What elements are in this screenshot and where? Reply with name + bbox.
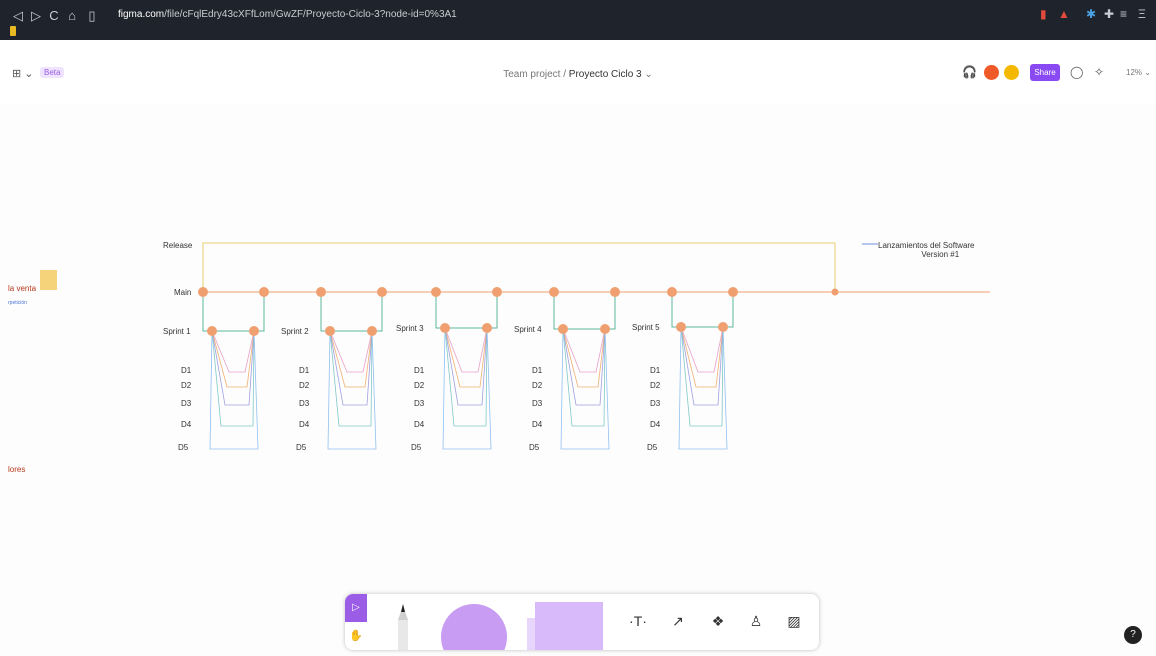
release-line bbox=[202, 242, 836, 292]
pen-tool-icon[interactable] bbox=[398, 604, 408, 650]
day-label: D2 bbox=[414, 381, 425, 390]
day-label: D2 bbox=[181, 381, 192, 390]
branch-node bbox=[558, 324, 568, 334]
sprint-branch-line bbox=[671, 292, 681, 328]
day-loop-line bbox=[444, 327, 488, 427]
day-label: D5 bbox=[178, 443, 189, 452]
branch-node bbox=[676, 322, 686, 332]
day-label: D3 bbox=[650, 399, 661, 408]
day-label: D3 bbox=[532, 399, 543, 408]
day-label: D1 bbox=[414, 366, 425, 375]
branch-node bbox=[600, 324, 610, 334]
day-label: D4 bbox=[299, 420, 310, 429]
day-label: D2 bbox=[650, 381, 661, 390]
day-label: D2 bbox=[532, 381, 543, 390]
day-label: D3 bbox=[414, 399, 425, 408]
branch-node bbox=[728, 287, 738, 297]
day-label: D3 bbox=[299, 399, 310, 408]
day-label: D1 bbox=[299, 366, 310, 375]
release-note-line2: Version #1 bbox=[921, 250, 960, 259]
select-tool-button[interactable]: ▷ bbox=[345, 594, 367, 622]
day-label: D2 bbox=[299, 381, 310, 390]
sprint-branch-line bbox=[553, 292, 563, 330]
branch-node bbox=[249, 326, 259, 336]
sticky-stack-icon bbox=[527, 618, 539, 650]
branch-node bbox=[431, 287, 441, 297]
help-button[interactable]: ? bbox=[1124, 626, 1142, 644]
sprint-label: Sprint 5 bbox=[632, 323, 660, 332]
day-label: D5 bbox=[647, 443, 658, 452]
day-label: D1 bbox=[650, 366, 661, 375]
image-icon[interactable]: ▨ bbox=[781, 608, 807, 634]
release-note-line1: Lanzamientos del Software bbox=[878, 241, 975, 250]
sprint-merge-line bbox=[372, 292, 383, 332]
sprint-merge-line bbox=[605, 292, 616, 330]
branch-node bbox=[325, 326, 335, 336]
sprint-branch-line bbox=[320, 292, 330, 332]
hand-tool-button[interactable]: ✋ bbox=[345, 622, 367, 650]
sprint-label: Sprint 1 bbox=[163, 327, 191, 336]
branch-node bbox=[482, 323, 492, 333]
text-tool-icon[interactable]: ·T· bbox=[625, 608, 651, 634]
branch-node bbox=[207, 326, 217, 336]
branch-node bbox=[198, 287, 208, 297]
sprint-label: Sprint 2 bbox=[281, 327, 309, 336]
shape-tool-button[interactable] bbox=[441, 604, 507, 650]
branch-node bbox=[549, 287, 559, 297]
day-loop-line bbox=[680, 326, 724, 427]
hand-icon: ✋ bbox=[349, 630, 363, 642]
release-note: Lanzamientos del Software Version #1 bbox=[878, 241, 975, 259]
release-label: Release bbox=[163, 241, 193, 250]
branch-node bbox=[492, 287, 502, 297]
branch-node bbox=[610, 287, 620, 297]
day-loop-line bbox=[562, 328, 606, 427]
day-label: D5 bbox=[296, 443, 307, 452]
branch-node bbox=[667, 287, 677, 297]
sprint-merge-line bbox=[487, 292, 498, 329]
sprint-branch-line bbox=[435, 292, 445, 329]
day-label: D5 bbox=[529, 443, 540, 452]
sprint-merge-line bbox=[254, 292, 265, 332]
side-label-peticion: rpetición bbox=[8, 300, 27, 306]
component-icon[interactable]: ❖ bbox=[705, 608, 731, 634]
branch-node bbox=[377, 287, 387, 297]
connector-tool-icon[interactable]: ↗ bbox=[665, 608, 691, 634]
day-label: D1 bbox=[181, 366, 192, 375]
day-label: D4 bbox=[532, 420, 543, 429]
sticky-note[interactable] bbox=[40, 270, 57, 290]
branch-node bbox=[316, 287, 326, 297]
branch-node bbox=[440, 323, 450, 333]
day-label: D4 bbox=[414, 420, 425, 429]
day-label: D4 bbox=[650, 420, 661, 429]
bottom-toolbar: ▷ ✋ ·T· ↗ ❖ ♙ ▨ bbox=[345, 594, 819, 650]
day-label: D5 bbox=[411, 443, 422, 452]
branch-node bbox=[718, 322, 728, 332]
side-label-lores: lores bbox=[8, 465, 26, 474]
day-label: D3 bbox=[181, 399, 192, 408]
day-label: D1 bbox=[532, 366, 543, 375]
sprint-label: Sprint 3 bbox=[396, 324, 424, 333]
main-label: Main bbox=[174, 288, 192, 297]
sprint-merge-line bbox=[723, 292, 734, 328]
sprint-label: Sprint 4 bbox=[514, 325, 542, 334]
branch-node bbox=[367, 326, 377, 336]
sticky-note-tool-button[interactable] bbox=[535, 602, 603, 650]
day-label: D4 bbox=[181, 420, 192, 429]
cursor-icon: ▷ bbox=[352, 602, 360, 613]
stamp-icon[interactable]: ♙ bbox=[743, 608, 769, 634]
sprint-branch-line bbox=[202, 292, 212, 332]
branch-node bbox=[259, 287, 269, 297]
side-label-venta: la venta bbox=[8, 284, 37, 293]
release-node bbox=[831, 288, 839, 296]
